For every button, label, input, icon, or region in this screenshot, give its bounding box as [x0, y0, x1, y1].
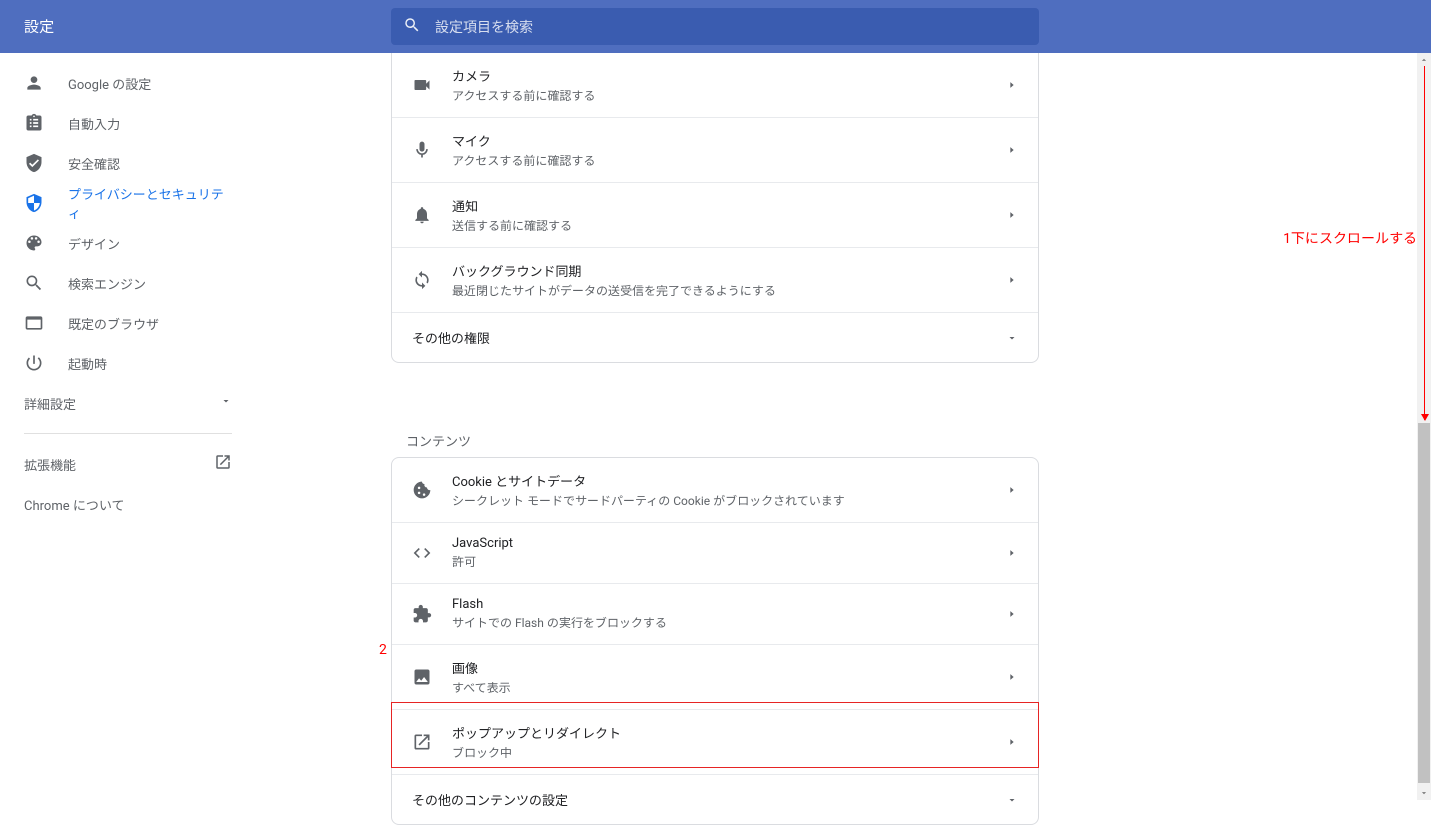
row-javascript[interactable]: JavaScript 許可 — [392, 522, 1038, 583]
permissions-card: カメラ アクセスする前に確認する マイク アクセスする前に確認する 通知 送信す… — [391, 53, 1039, 363]
sidebar-item-label: プライバシーとセキュリティ — [68, 184, 232, 222]
scrollbar-down-icon[interactable] — [1417, 786, 1431, 800]
divider — [24, 433, 232, 434]
sidebar-item-label: 自動入力 — [68, 114, 120, 133]
sidebar-item-startup[interactable]: 起動時 — [0, 343, 256, 383]
row-popups[interactable]: ポップアップとリダイレクト ブロック中 — [392, 709, 1038, 774]
sidebar-advanced[interactable]: 詳細設定 — [0, 383, 256, 423]
row-notifications[interactable]: 通知 送信する前に確認する — [392, 182, 1038, 247]
row-title: バックグラウンド同期 — [452, 261, 1006, 280]
search-container[interactable] — [391, 8, 1039, 45]
scrollbar[interactable] — [1417, 53, 1431, 800]
row-background-sync[interactable]: バックグラウンド同期 最近閉じたサイトがデータの送受信を完了できるようにする — [392, 247, 1038, 312]
row-other-permissions[interactable]: その他の権限 — [392, 312, 1038, 362]
row-subtitle: シークレット モードでサードパーティの Cookie がブロックされています — [452, 492, 1006, 509]
image-icon — [412, 667, 432, 687]
sidebar-item-default-browser[interactable]: 既定のブラウザ — [0, 303, 256, 343]
search-icon — [403, 16, 421, 38]
row-title: Cookie とサイトデータ — [452, 471, 1006, 490]
main-content: カメラ アクセスする前に確認する マイク アクセスする前に確認する 通知 送信す… — [256, 53, 1431, 800]
chevron-right-icon — [1006, 736, 1018, 748]
sidebar-about-label: Chrome について — [24, 495, 124, 514]
row-title: カメラ — [452, 66, 1006, 85]
row-title: マイク — [452, 131, 1006, 150]
sidebar-item-autofill[interactable]: 自動入力 — [0, 103, 256, 143]
sidebar-item-search[interactable]: 検索エンジン — [0, 263, 256, 303]
chevron-right-icon — [1006, 274, 1018, 286]
chevron-right-icon — [1006, 608, 1018, 620]
sidebar: Google の設定 自動入力 安全確認 プライバシーとセキュリティ デザイン … — [0, 53, 256, 800]
row-title: Flash — [452, 597, 1006, 612]
row-microphone[interactable]: マイク アクセスする前に確認する — [392, 117, 1038, 182]
chevron-right-icon — [1006, 144, 1018, 156]
palette-icon — [24, 233, 44, 253]
camera-icon — [412, 75, 432, 95]
sidebar-item-label: 既定のブラウザ — [68, 314, 159, 333]
chevron-down-icon — [1006, 332, 1018, 344]
row-title: 画像 — [452, 658, 1006, 677]
row-subtitle: 最近閉じたサイトがデータの送受信を完了できるようにする — [452, 282, 1006, 299]
row-title: ポップアップとリダイレクト — [452, 723, 1006, 742]
browser-icon — [24, 313, 44, 333]
annotation-marker-2: 2 — [379, 642, 387, 658]
row-title: その他の権限 — [412, 328, 1006, 347]
row-camera[interactable]: カメラ アクセスする前に確認する — [392, 53, 1038, 117]
sidebar-extensions-label: 拡張機能 — [24, 455, 76, 474]
chevron-right-icon — [1006, 484, 1018, 496]
row-subtitle: アクセスする前に確認する — [452, 87, 1006, 104]
row-title: JavaScript — [452, 536, 1006, 551]
scrollbar-thumb[interactable] — [1418, 423, 1430, 783]
sidebar-item-label: 起動時 — [68, 354, 107, 373]
row-subtitle: アクセスする前に確認する — [452, 152, 1006, 169]
shield-check-icon — [24, 153, 44, 173]
sidebar-item-label: Google の設定 — [68, 74, 151, 93]
search-input[interactable] — [435, 19, 1027, 35]
sidebar-item-label: 安全確認 — [68, 154, 120, 173]
scrollbar-up-icon[interactable] — [1417, 53, 1431, 67]
row-title: 通知 — [452, 196, 1006, 215]
row-subtitle: 送信する前に確認する — [452, 217, 1006, 234]
content-card: Cookie とサイトデータ シークレット モードでサードパーティの Cooki… — [391, 457, 1039, 825]
cookie-icon — [412, 480, 432, 500]
sidebar-item-label: デザイン — [68, 234, 120, 253]
header-title: 設定 — [24, 16, 54, 37]
search-icon — [24, 273, 44, 293]
extension-icon — [412, 604, 432, 624]
chevron-right-icon — [1006, 547, 1018, 559]
sidebar-item-label: 検索エンジン — [68, 274, 146, 293]
content-section-label: コンテンツ — [406, 431, 471, 450]
row-cookies[interactable]: Cookie とサイトデータ シークレット モードでサードパーティの Cooki… — [392, 458, 1038, 522]
sidebar-item-privacy[interactable]: プライバシーとセキュリティ — [0, 183, 256, 223]
popup-icon — [412, 732, 432, 752]
sidebar-item-google[interactable]: Google の設定 — [0, 63, 256, 103]
row-subtitle: すべて表示 — [452, 679, 1006, 696]
security-icon — [24, 193, 44, 213]
row-other-content[interactable]: その他のコンテンツの設定 — [392, 774, 1038, 824]
sidebar-item-design[interactable]: デザイン — [0, 223, 256, 263]
header: 設定 — [0, 0, 1431, 53]
microphone-icon — [412, 140, 432, 160]
power-icon — [24, 353, 44, 373]
sidebar-advanced-label: 詳細設定 — [24, 394, 76, 413]
chevron-right-icon — [1006, 209, 1018, 221]
person-icon — [24, 73, 44, 93]
external-link-icon — [214, 453, 232, 475]
row-subtitle: 許可 — [452, 553, 1006, 570]
clipboard-icon — [24, 113, 44, 133]
chevron-right-icon — [1006, 79, 1018, 91]
chevron-right-icon — [1006, 671, 1018, 683]
sync-icon — [412, 270, 432, 290]
row-flash[interactable]: Flash サイトでの Flash の実行をブロックする — [392, 583, 1038, 644]
row-subtitle: サイトでの Flash の実行をブロックする — [452, 614, 1006, 631]
bell-icon — [412, 205, 432, 225]
row-subtitle: ブロック中 — [452, 744, 1006, 761]
code-icon — [412, 543, 432, 563]
sidebar-extensions[interactable]: 拡張機能 — [0, 444, 256, 484]
chevron-down-icon — [220, 395, 232, 411]
sidebar-about[interactable]: Chrome について — [0, 484, 256, 524]
row-images[interactable]: 画像 すべて表示 — [392, 644, 1038, 709]
sidebar-item-safety[interactable]: 安全確認 — [0, 143, 256, 183]
